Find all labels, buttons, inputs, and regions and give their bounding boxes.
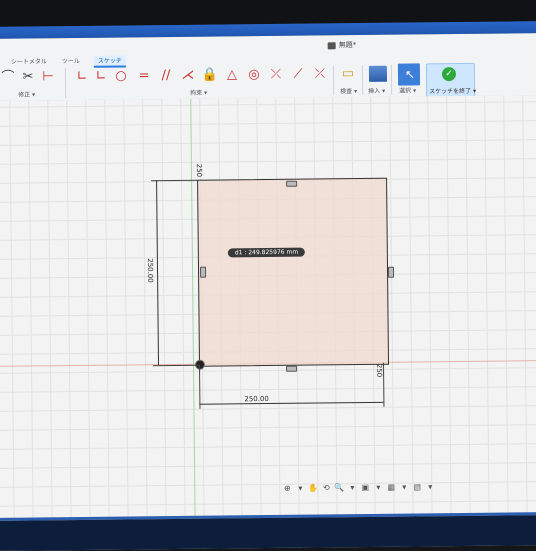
group-label-insert[interactable]: 挿入 ▾ xyxy=(368,86,385,95)
lock-constraint-icon[interactable]: 🔒 xyxy=(202,68,218,84)
curvature-constraint-icon[interactable]: ⤫ xyxy=(312,66,328,82)
dimension-tooltip: d1 : 249.825976 mm xyxy=(227,247,306,258)
pan-hand-icon[interactable]: ✋ xyxy=(308,483,318,492)
dimension-vertical-right[interactable]: 250 xyxy=(375,364,383,377)
triangle-midpoint-icon[interactable]: △ xyxy=(224,67,240,83)
measure-ruler-icon[interactable]: ▭ xyxy=(340,66,356,82)
document-title: 無題* xyxy=(327,40,357,50)
tab-tools[interactable]: ツール xyxy=(62,56,80,65)
trim-scissors-icon[interactable]: ✂ xyxy=(20,69,36,85)
insert-image-icon[interactable] xyxy=(368,65,388,82)
tab-sheet-metal[interactable]: シートメタル xyxy=(11,56,47,65)
taskbar xyxy=(0,515,536,551)
edge-handle-bottom[interactable] xyxy=(286,365,298,372)
grid-settings-icon[interactable]: ▦ xyxy=(386,483,396,492)
navigation-bar: ⊕ ▾ ✋ ⟲ 🔍 ▾ ▣ ▾ ▦ ▾ ▤ ▾ xyxy=(282,482,435,493)
group-label-modify[interactable]: 修正 ▾ xyxy=(18,89,35,98)
sketch-rectangle[interactable] xyxy=(197,177,390,367)
edge-handle-left[interactable] xyxy=(199,266,207,278)
tangent-constraint-icon[interactable]: ⤫ xyxy=(268,67,284,83)
chevron-down-icon[interactable]: ▾ xyxy=(425,482,435,491)
select-tool-button[interactable]: ↖ xyxy=(397,63,421,86)
coincident-constraint-icon[interactable]: ∟ xyxy=(74,69,90,85)
circle-constraint-icon[interactable]: ○ xyxy=(113,68,129,84)
fix-point-icon[interactable]: ∟ xyxy=(93,69,109,85)
equal-constraint-icon[interactable]: = xyxy=(136,68,152,84)
arc-icon[interactable]: ⌒ xyxy=(0,70,16,86)
viewports-icon[interactable]: ▤ xyxy=(412,482,422,491)
concentric-constraint-icon[interactable]: ◎ xyxy=(246,67,262,83)
edge-handle-top[interactable] xyxy=(286,180,298,187)
chevron-down-icon[interactable]: ▾ xyxy=(347,483,357,492)
orbit-icon[interactable]: ⊕ xyxy=(282,484,292,493)
dimension-vertical-left[interactable]: 250.00 xyxy=(146,258,154,283)
document-icon xyxy=(327,41,336,49)
chevron-down-icon[interactable]: ▾ xyxy=(373,483,383,492)
finish-sketch-label: スケッチを終了 ▾ xyxy=(429,87,477,96)
chevron-down-icon[interactable]: ▾ xyxy=(295,484,305,493)
dimension-vertical-top[interactable]: 250 xyxy=(195,164,203,177)
symmetry-constraint-icon[interactable]: ⟋ xyxy=(290,67,306,83)
dimension-horizontal-bottom[interactable]: 250.00 xyxy=(244,395,269,403)
finish-sketch-button[interactable]: ✓ スケッチを終了 ▾ xyxy=(425,62,477,99)
perpendicular-constraint-icon[interactable]: ⋌ xyxy=(180,68,196,84)
zoom-window-icon[interactable]: ⟲ xyxy=(321,483,331,492)
tab-sketch[interactable]: スケッチ xyxy=(93,55,126,68)
zoom-icon[interactable]: 🔍 xyxy=(334,483,344,492)
edge-handle-right[interactable] xyxy=(387,266,395,278)
measure-offset-icon[interactable]: ⊢ xyxy=(40,69,56,85)
parallel-constraint-icon[interactable]: // xyxy=(158,68,174,84)
group-label-constraints[interactable]: 拘束 ▾ xyxy=(190,88,207,97)
cursor-icon: ↖ xyxy=(404,67,416,82)
group-label-select[interactable]: 選択 ▾ xyxy=(399,85,416,94)
group-label-inspect[interactable]: 検査 ▾ xyxy=(340,86,357,95)
display-settings-icon[interactable]: ▣ xyxy=(360,483,370,492)
chevron-down-icon[interactable]: ▾ xyxy=(399,483,409,492)
document-title-text: 無題* xyxy=(338,41,357,50)
check-icon: ✓ xyxy=(441,67,457,82)
